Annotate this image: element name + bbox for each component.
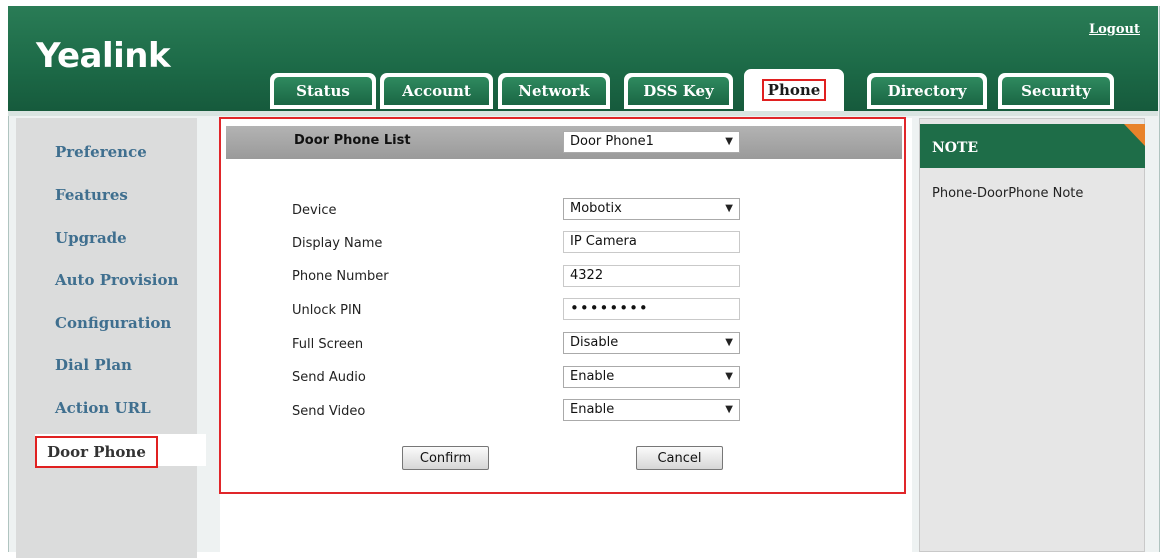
logout-link[interactable]: Logout [1089,22,1140,37]
form-highlight-box [219,117,906,494]
tab-label: Status [296,82,350,100]
sidebar-item-preference[interactable]: Preference [55,143,147,161]
sidebar [16,118,197,558]
sidebar-item-door-phone[interactable]: Door Phone [35,436,158,468]
tab-label: Network [518,82,590,100]
tab-directory[interactable]: Directory [867,73,987,109]
header-bar: Yealink Logout Status Account Network DS… [8,6,1158,116]
sidebar-item-configuration[interactable]: Configuration [55,314,171,332]
tab-security[interactable]: Security [998,73,1114,109]
sidebar-item-auto-provision[interactable]: Auto Provision [55,271,178,289]
note-header: NOTE [920,124,1145,168]
note-corner-icon [1124,124,1145,146]
tab-network[interactable]: Network [498,73,610,109]
tab-label: Directory [887,82,967,100]
sidebar-item-action-url[interactable]: Action URL [55,399,151,417]
note-text: Phone-DoorPhone Note [932,186,1084,201]
tab-phone[interactable]: Phone [744,69,844,111]
note-panel [919,118,1145,552]
sidebar-item-upgrade[interactable]: Upgrade [55,229,127,247]
tab-label: Account [402,82,471,100]
tab-label: Phone [761,79,827,101]
tab-account[interactable]: Account [380,73,493,109]
note-title: NOTE [932,140,979,156]
sidebar-item-dial-plan[interactable]: Dial Plan [55,356,132,374]
tab-dss-key[interactable]: DSS Key [624,73,733,109]
sidebar-item-features[interactable]: Features [55,186,128,204]
yealink-logo: Yealink [36,36,171,76]
tab-label: DSS Key [643,82,714,100]
tab-status[interactable]: Status [270,73,376,109]
tab-label: Security [1021,82,1091,100]
